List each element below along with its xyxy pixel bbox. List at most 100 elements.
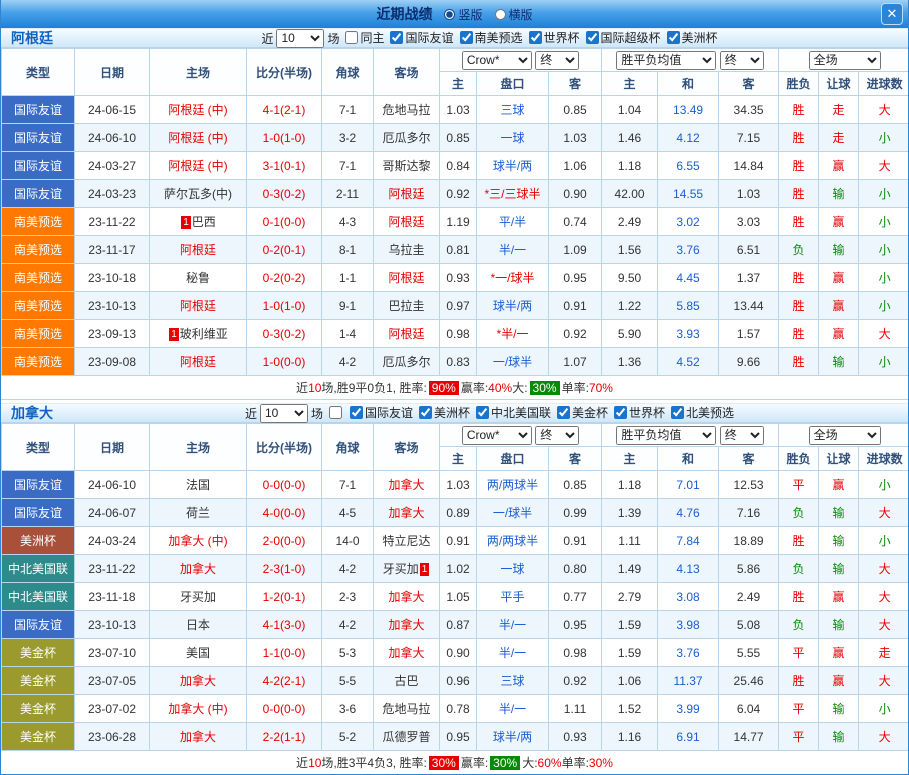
handicap-line: *一/球半 (477, 264, 549, 292)
page-title: 近期战绩 (376, 4, 432, 24)
result-cell: 胜 (779, 667, 819, 695)
euro-draw-odds: 6.55 (658, 152, 719, 180)
away-team-cell: 巴拉圭 (374, 292, 440, 320)
euro-away-odds: 9.66 (719, 348, 779, 376)
odds-company-select[interactable]: Crow* (462, 426, 532, 445)
competition-filter[interactable]: 中北美国联 (470, 404, 551, 421)
recent-count-select[interactable]: 10 (260, 404, 308, 423)
team-text: 阿根廷 (中) (168, 131, 227, 145)
competition-filter[interactable]: 美金杯 (551, 404, 608, 421)
home-team-cell: 阿根廷 (中) (150, 152, 247, 180)
competition-checkbox[interactable] (614, 406, 627, 419)
euro-away-odds: 3.03 (719, 208, 779, 236)
competition-filter[interactable]: 同主 (339, 29, 384, 46)
competition-filter[interactable]: 世界杯 (608, 404, 665, 421)
competition-checkbox[interactable] (557, 406, 570, 419)
vertical-layout-radio[interactable] (444, 9, 455, 20)
col-type: 类型 (2, 424, 75, 471)
avg-state-select[interactable]: 终 (720, 426, 764, 445)
competition-filter[interactable]: 国际超级杯 (580, 29, 661, 46)
competition-checkbox[interactable] (350, 406, 363, 419)
competition-filter[interactable]: 国际友谊 (384, 29, 453, 46)
competition-checkbox[interactable] (390, 31, 403, 44)
section-header: 加拿大 近 10 场 国际友谊美洲杯中北美国联美金杯世界杯北美预选 (1, 403, 908, 423)
competition-label: 同主 (360, 29, 384, 46)
competition-checkbox[interactable] (460, 31, 473, 44)
avg-odds-select[interactable]: 胜平负均值 (616, 426, 716, 445)
competition-checkbox[interactable] (667, 31, 680, 44)
handicap-line: 半/一 (477, 236, 549, 264)
competition-checkbox[interactable] (671, 406, 684, 419)
team-text: 阿根廷 (180, 299, 216, 313)
goals-result-cell: 小 (859, 695, 909, 723)
score-cell: 4-2(2-1) (247, 667, 322, 695)
matches-body: 国际友谊24-06-10法国0-0(0-0)7-1加拿大1.03两/两球半0.8… (2, 471, 909, 751)
competition-filter[interactable]: 美洲杯 (413, 404, 470, 421)
corner-cell: 7-1 (322, 96, 374, 124)
scope-select[interactable]: 全场 (809, 426, 881, 445)
avg-state-select[interactable]: 终 (720, 51, 764, 70)
scope-select[interactable]: 全场 (809, 51, 881, 70)
summary-segment: 赢率: (461, 754, 488, 771)
goals-result-cell: 大 (859, 583, 909, 611)
competition-type-cell: 南美预选 (2, 236, 75, 264)
euro-away-odds: 6.04 (719, 695, 779, 723)
euro-draw-odds: 11.37 (658, 667, 719, 695)
goals-result-cell: 大 (859, 499, 909, 527)
competition-checkbox[interactable] (476, 406, 489, 419)
euro-home-odds: 1.04 (602, 96, 658, 124)
avg-odds-select[interactable]: 胜平负均值 (616, 51, 716, 70)
odds-state-select[interactable]: 终 (535, 426, 579, 445)
summary-segment: 30% (589, 756, 613, 770)
layout-option-vertical[interactable]: 竖版 (444, 6, 482, 23)
horizontal-layout-radio[interactable] (495, 9, 506, 20)
competition-checkbox[interactable] (345, 31, 358, 44)
odds-state-select[interactable]: 终 (535, 51, 579, 70)
red-card-badge: 1 (169, 328, 179, 341)
handicap-home-odds: 0.87 (440, 611, 477, 639)
summary-segment: 场,胜3平4负3, 胜率: (321, 754, 426, 771)
euro-home-odds: 9.50 (602, 264, 658, 292)
goals-result-cell: 小 (859, 348, 909, 376)
competition-filter[interactable]: 世界杯 (523, 29, 580, 46)
competition-checkbox[interactable] (529, 31, 542, 44)
score-cell: 0-0(0-0) (247, 695, 322, 723)
handicap-result-cell: 走 (819, 96, 859, 124)
corner-cell: 3-6 (322, 695, 374, 723)
euro-home-odds: 42.00 (602, 180, 658, 208)
home-team-cell: 加拿大 (150, 555, 247, 583)
team-text: 厄瓜多尔 (382, 355, 430, 369)
away-team-cell: 阿根廷 (374, 320, 440, 348)
competition-filter[interactable]: 北美预选 (665, 404, 734, 421)
col-result: 胜负 (779, 447, 819, 471)
competition-filter[interactable]: 南美预选 (454, 29, 523, 46)
handicap-home-odds: 1.03 (440, 471, 477, 499)
competition-filter[interactable]: 国际友谊 (344, 404, 413, 421)
col-let-result: 让球 (819, 72, 859, 96)
competition-checkbox[interactable] (419, 406, 432, 419)
col-type: 类型 (2, 49, 75, 96)
close-button[interactable]: ✕ (881, 3, 903, 25)
match-date: 24-06-07 (75, 499, 150, 527)
euro-home-odds: 1.11 (602, 527, 658, 555)
odds-company-select[interactable]: Crow* (462, 51, 532, 70)
competition-checkbox[interactable] (329, 406, 342, 419)
summary-segment: 30% (429, 756, 459, 770)
home-team-cell: 1巴西 (150, 208, 247, 236)
col-euro-away: 客 (719, 72, 779, 96)
team-text: 加拿大 (388, 590, 424, 604)
competition-type-cell: 国际友谊 (2, 180, 75, 208)
layout-option-horizontal[interactable]: 横版 (495, 6, 533, 23)
team-name: 加拿大 (1, 403, 71, 423)
home-team-cell: 日本 (150, 611, 247, 639)
handicap-away-odds: 0.92 (549, 320, 602, 348)
competition-checkbox[interactable] (586, 31, 599, 44)
competition-filter[interactable]: 美洲杯 (661, 29, 718, 46)
result-cell: 胜 (779, 320, 819, 348)
result-cell: 胜 (779, 348, 819, 376)
corner-cell: 4-2 (322, 611, 374, 639)
competition-filter[interactable] (323, 406, 344, 419)
recent-count-select[interactable]: 10 (276, 29, 324, 48)
handicap-result-cell: 赢 (819, 264, 859, 292)
score-cell: 1-0(0-0) (247, 348, 322, 376)
